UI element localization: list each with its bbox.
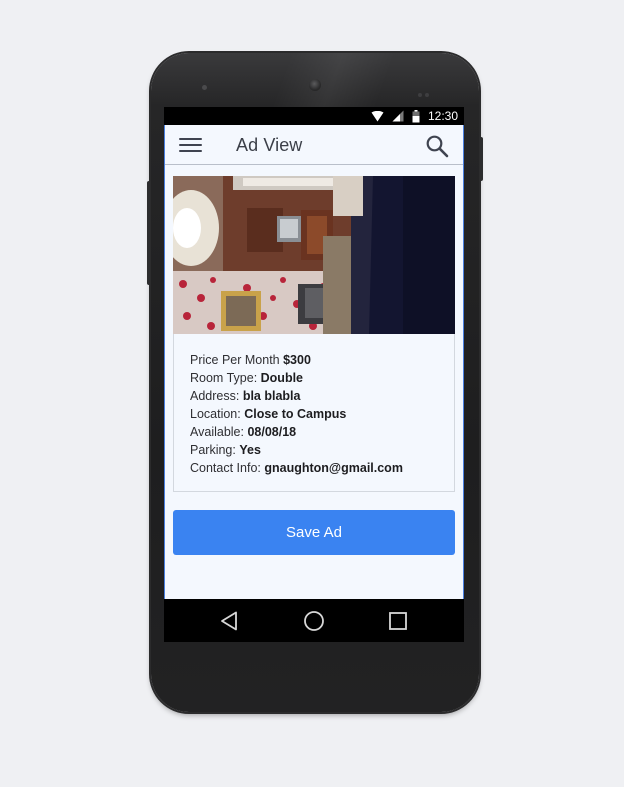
available-row: Available: 08/08/18 (190, 423, 454, 441)
price-row: Price Per Month $300 (190, 351, 454, 369)
listing-details: Price Per Month $300 Room Type: Double A… (173, 334, 455, 492)
front-camera (309, 79, 321, 91)
system-nav-bar (164, 599, 464, 642)
price-value: $300 (283, 353, 311, 367)
save-ad-button[interactable]: Save Ad (173, 510, 455, 555)
wifi-icon (371, 110, 384, 121)
available-label: Available: (190, 425, 248, 439)
recents-icon[interactable] (386, 609, 410, 633)
menu-icon[interactable] (179, 137, 203, 154)
room-photo (173, 176, 455, 334)
price-label: Price Per Month (190, 353, 284, 367)
status-time: 12:30 (427, 109, 458, 123)
location-value: Close to Campus (244, 407, 347, 421)
search-icon[interactable] (425, 134, 449, 158)
room-type-label: Room Type: (190, 371, 261, 385)
contact-row: Contact Info: gnaughton@gmail.com (190, 459, 454, 477)
app-toolbar: Ad View (165, 125, 463, 165)
contact-value: gnaughton@gmail.com (264, 461, 403, 475)
cell-signal-icon (392, 110, 404, 122)
proximity-sensor (202, 85, 207, 90)
location-row: Location: Close to Campus (190, 405, 454, 423)
light-sensor (418, 84, 432, 97)
page: 12:30 Ad View Price Per Month $300 Room … (0, 0, 624, 787)
room-type-value: Double (260, 371, 303, 385)
app-content: Ad View Price Per Month $300 Room Type: … (164, 125, 464, 599)
parking-label: Parking: (190, 443, 240, 457)
address-label: Address: (190, 389, 243, 403)
page-title: Ad View (236, 135, 303, 155)
volume-button (147, 181, 151, 285)
location-label: Location: (190, 407, 245, 421)
back-icon[interactable] (218, 609, 242, 633)
battery-icon (412, 109, 420, 122)
parking-value: Yes (239, 443, 261, 457)
phone-screen: 12:30 Ad View Price Per Month $300 Room … (164, 107, 464, 642)
address-row: Address: bla blabla (190, 387, 454, 405)
parking-row: Parking: Yes (190, 441, 454, 459)
room-type-row: Room Type: Double (190, 369, 454, 387)
power-button (479, 137, 483, 181)
home-icon[interactable] (302, 609, 326, 633)
status-bar: 12:30 (164, 107, 464, 125)
available-value: 08/08/18 (247, 425, 297, 439)
address-value: bla blabla (242, 389, 301, 403)
contact-label: Contact Info: (190, 461, 265, 475)
